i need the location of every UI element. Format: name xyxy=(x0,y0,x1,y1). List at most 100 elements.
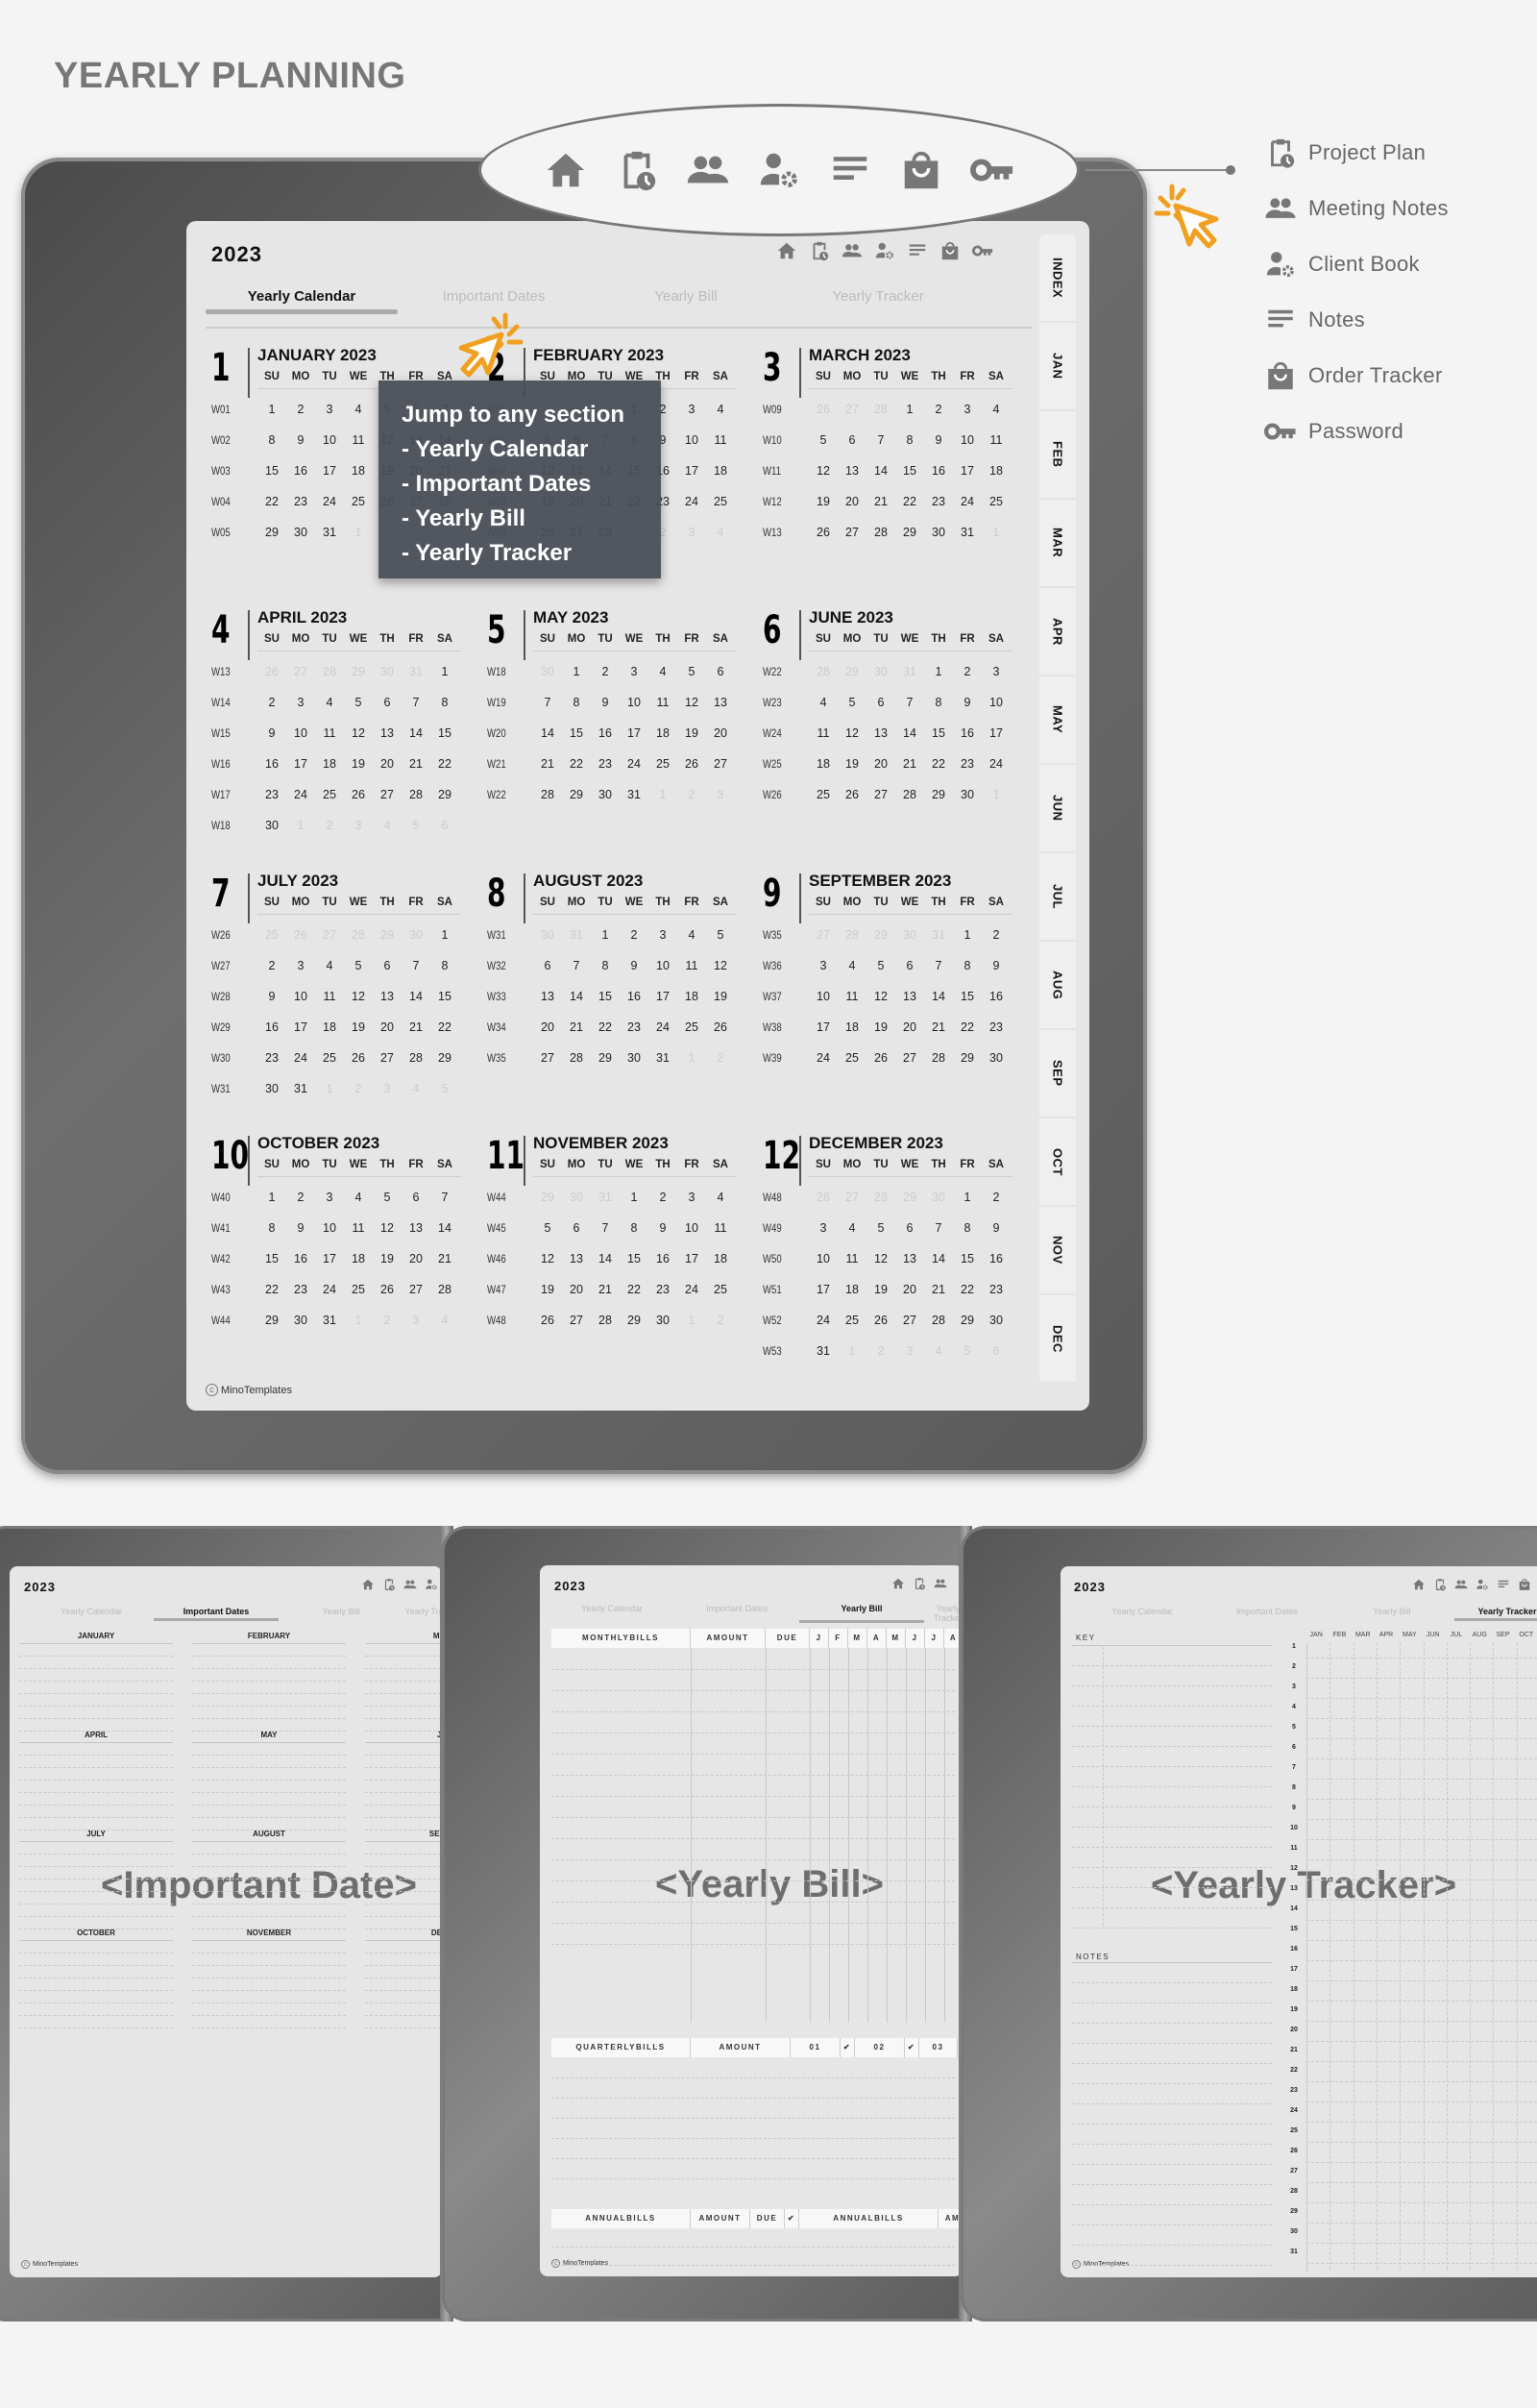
adjacent-month-day[interactable]: 26 xyxy=(809,403,838,416)
side-tab-may[interactable]: MAY xyxy=(1039,676,1076,765)
calendar-day[interactable]: 11 xyxy=(344,1221,373,1235)
calendar-day[interactable]: 22 xyxy=(895,495,924,508)
adjacent-month-day[interactable]: 2 xyxy=(706,1051,735,1065)
tracker-row[interactable] xyxy=(1306,2142,1537,2143)
calendar-day[interactable]: 5 xyxy=(344,696,373,709)
writing-line[interactable] xyxy=(365,1668,442,1669)
calendar-day[interactable]: 4 xyxy=(648,665,677,678)
adjacent-month-day[interactable]: 4 xyxy=(402,1082,430,1095)
notes-row[interactable] xyxy=(1072,2184,1272,2185)
calendar-day[interactable]: 1 xyxy=(953,1191,982,1204)
calendar-day[interactable]: 25 xyxy=(838,1051,866,1065)
adjacent-month-day[interactable]: 27 xyxy=(838,403,866,416)
adjacent-month-day[interactable]: 3 xyxy=(677,526,706,539)
calendar-day[interactable]: 6 xyxy=(706,665,735,678)
writing-line[interactable] xyxy=(365,1767,442,1768)
writing-line[interactable] xyxy=(19,1891,173,1892)
calendar-day[interactable]: 17 xyxy=(286,1020,315,1034)
writing-line[interactable] xyxy=(192,1879,346,1880)
calendar-day[interactable]: 19 xyxy=(344,757,373,771)
tracker-row[interactable] xyxy=(1306,1920,1537,1921)
calendar-day[interactable]: 19 xyxy=(866,1283,895,1296)
calendar-day[interactable]: 27 xyxy=(866,788,895,801)
calendar-day[interactable]: 7 xyxy=(866,433,895,447)
calendar-day[interactable]: 15 xyxy=(430,726,459,740)
writing-line[interactable] xyxy=(192,1965,346,1966)
calendar-day[interactable]: 30 xyxy=(648,1314,677,1327)
calendar-day[interactable]: 24 xyxy=(809,1314,838,1327)
writing-line[interactable] xyxy=(192,1668,346,1669)
calendar-day[interactable]: 27 xyxy=(838,526,866,539)
calendar-day[interactable]: 24 xyxy=(982,757,1011,771)
tab-yearly-bill[interactable]: Yearly Bill xyxy=(1330,1607,1454,1621)
calendar-day[interactable]: 17 xyxy=(315,464,344,478)
calendar-day[interactable]: 22 xyxy=(562,757,591,771)
calendar-day[interactable]: 28 xyxy=(591,1314,620,1327)
calendar-day[interactable]: 3 xyxy=(315,1191,344,1204)
calendar-day[interactable]: 23 xyxy=(953,757,982,771)
writing-line[interactable] xyxy=(19,1693,173,1694)
calendar-day[interactable]: 5 xyxy=(533,1221,562,1235)
adjacent-month-day[interactable]: 3 xyxy=(344,819,373,832)
adjacent-month-day[interactable]: 28 xyxy=(838,928,866,942)
calendar-day[interactable]: 20 xyxy=(373,1020,402,1034)
calendar-day[interactable]: 3 xyxy=(648,928,677,942)
adjacent-month-day[interactable]: 1 xyxy=(344,1314,373,1327)
adjacent-month-day[interactable]: 2 xyxy=(344,1082,373,1095)
calendar-day[interactable]: 8 xyxy=(924,696,953,709)
calendar-day[interactable]: 19 xyxy=(866,1020,895,1034)
tracker-row[interactable] xyxy=(1306,1940,1537,1941)
calendar-day[interactable]: 25 xyxy=(315,788,344,801)
adjacent-month-day[interactable]: 29 xyxy=(866,928,895,942)
adjacent-month-day[interactable]: 1 xyxy=(677,1051,706,1065)
calendar-day[interactable]: 20 xyxy=(838,495,866,508)
calendar-day[interactable]: 21 xyxy=(402,1020,430,1034)
calendar-day[interactable]: 13 xyxy=(866,726,895,740)
adjacent-month-day[interactable]: 29 xyxy=(373,928,402,942)
calendar-day[interactable]: 6 xyxy=(373,696,402,709)
adjacent-month-day[interactable]: 27 xyxy=(809,928,838,942)
writing-line[interactable] xyxy=(19,2015,173,2016)
tracker-row[interactable] xyxy=(1306,2041,1537,2042)
writing-line[interactable] xyxy=(365,2027,442,2028)
calendar-day[interactable]: 18 xyxy=(315,757,344,771)
calendar-day[interactable]: 13 xyxy=(533,990,562,1003)
writing-line[interactable] xyxy=(192,1780,346,1781)
adjacent-month-day[interactable]: 31 xyxy=(924,928,953,942)
tab-important-dates[interactable]: Important Dates xyxy=(674,1604,799,1623)
calendar-day[interactable]: 25 xyxy=(315,1051,344,1065)
calendar-day[interactable]: 12 xyxy=(809,464,838,478)
calendar-day[interactable]: 3 xyxy=(953,403,982,416)
adjacent-month-day[interactable]: 1 xyxy=(315,1082,344,1095)
calendar-day[interactable]: 20 xyxy=(373,757,402,771)
adjacent-month-day[interactable]: 3 xyxy=(706,788,735,801)
writing-line[interactable] xyxy=(365,1780,442,1781)
writing-line[interactable] xyxy=(365,1792,442,1793)
calendar-day[interactable]: 22 xyxy=(953,1020,982,1034)
side-tab-aug[interactable]: AUG xyxy=(1039,942,1076,1030)
writing-line[interactable] xyxy=(19,1866,173,1867)
tracker-row[interactable] xyxy=(1306,2162,1537,2163)
calendar-day[interactable]: 29 xyxy=(430,1051,459,1065)
writing-line[interactable] xyxy=(365,1891,442,1892)
calendar-day[interactable]: 7 xyxy=(924,1221,953,1235)
calendar-day[interactable]: 4 xyxy=(982,403,1011,416)
calendar-day[interactable]: 2 xyxy=(286,1191,315,1204)
writing-line[interactable] xyxy=(365,1755,442,1756)
notes-icon[interactable] xyxy=(1497,1578,1510,1591)
calendar-day[interactable]: 12 xyxy=(866,990,895,1003)
writing-line[interactable] xyxy=(192,2015,346,2016)
calendar-day[interactable]: 10 xyxy=(648,959,677,972)
calendar-day[interactable]: 25 xyxy=(344,1283,373,1296)
client-book-icon[interactable] xyxy=(1476,1578,1489,1591)
order-tracker-icon[interactable] xyxy=(939,240,961,261)
calendar-day[interactable]: 24 xyxy=(648,1020,677,1034)
project-plan-icon[interactable] xyxy=(913,1577,926,1590)
calendar-day[interactable]: 21 xyxy=(533,757,562,771)
bill-row[interactable] xyxy=(551,1732,955,1733)
adjacent-month-day[interactable]: 28 xyxy=(866,1191,895,1204)
adjacent-month-day[interactable]: 2 xyxy=(315,819,344,832)
calendar-day[interactable]: 8 xyxy=(430,959,459,972)
calendar-day[interactable]: 7 xyxy=(562,959,591,972)
calendar-day[interactable]: 20 xyxy=(562,1283,591,1296)
